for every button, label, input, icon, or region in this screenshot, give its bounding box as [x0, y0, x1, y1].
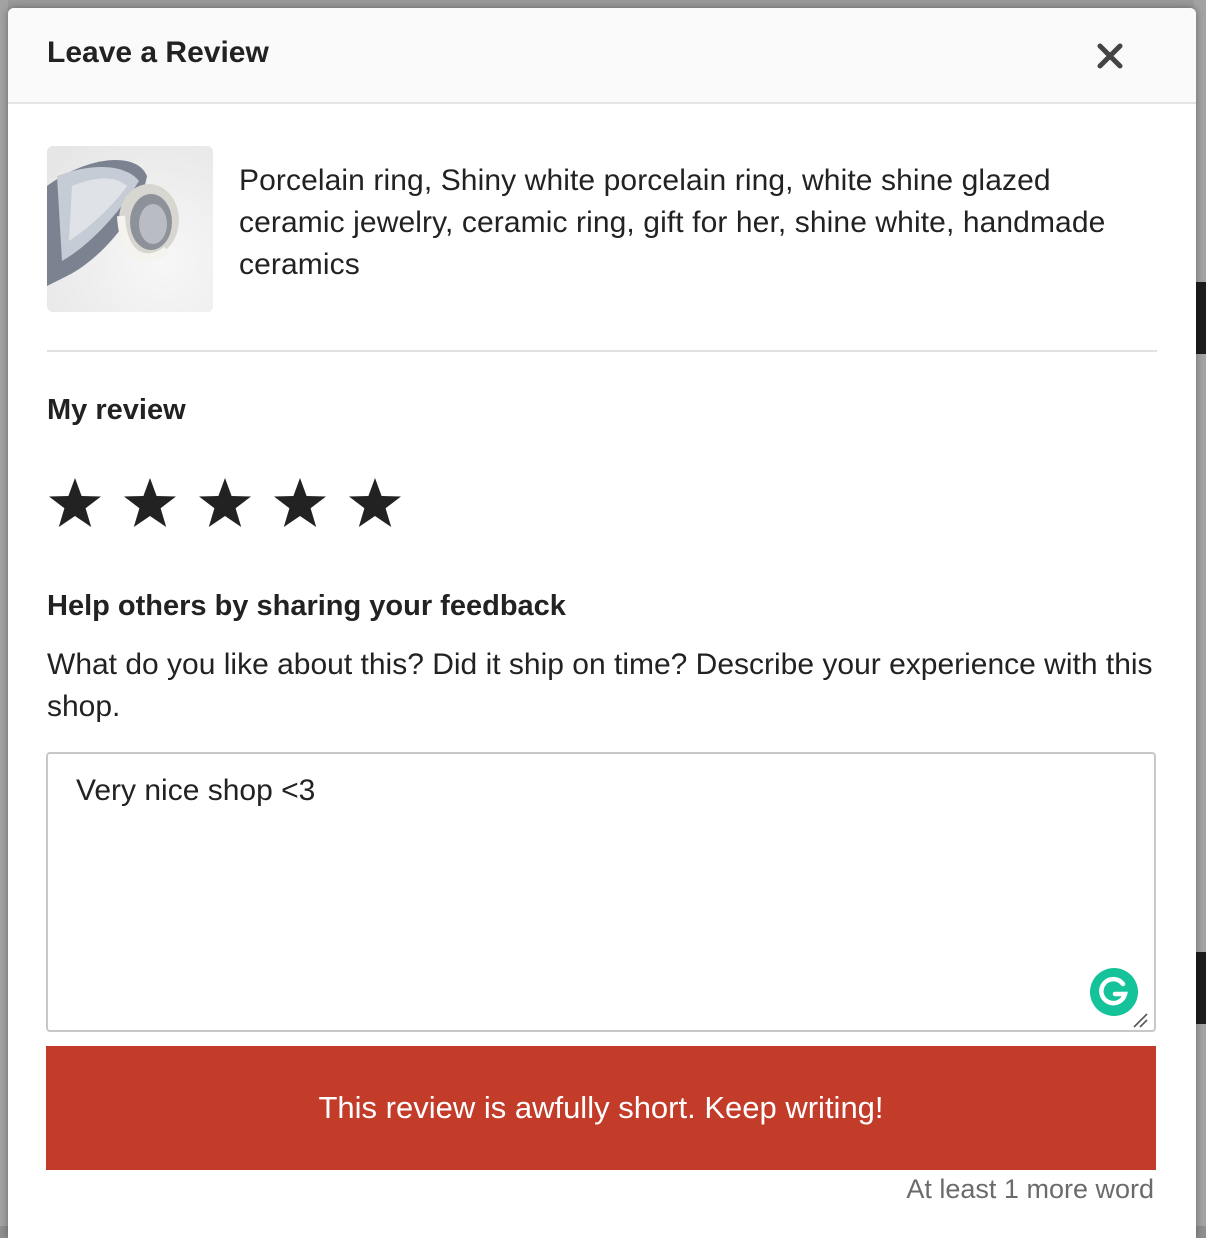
modal-header: Leave a Review [8, 8, 1196, 104]
star-icon[interactable] [347, 476, 403, 532]
my-review-label: My review [47, 394, 186, 426]
star-icon[interactable] [272, 476, 328, 532]
star-icon[interactable] [47, 476, 103, 532]
modal-title: Leave a Review [47, 36, 269, 69]
feedback-heading: Help others by sharing your feedback [47, 590, 566, 622]
close-button[interactable] [1092, 38, 1128, 74]
star-rating [47, 476, 403, 532]
listing-thumbnail [47, 146, 213, 312]
validation-error-text: This review is awfully short. Keep writi… [318, 1090, 884, 1125]
review-textarea[interactable]: Very nice shop <3 [46, 752, 1156, 1032]
word-count-hint: At least 1 more word [906, 1174, 1154, 1204]
review-text-value: Very nice shop <3 [76, 774, 316, 807]
review-modal: Leave a Review Porcelain ring, Shiny whi… [8, 8, 1196, 1238]
close-icon [1097, 43, 1123, 69]
star-icon[interactable] [197, 476, 253, 532]
background-strip-left [0, 0, 8, 1226]
resize-handle-icon[interactable] [1132, 1012, 1148, 1028]
validation-error-banner: This review is awfully short. Keep writi… [46, 1046, 1156, 1170]
feedback-prompt: What do you like about this? Did it ship… [47, 648, 1153, 723]
star-icon[interactable] [122, 476, 178, 532]
listing-title[interactable]: Porcelain ring, Shiny white porcelain ri… [239, 160, 1149, 286]
listing-summary: Porcelain ring, Shiny white porcelain ri… [47, 104, 1157, 352]
grammarly-icon[interactable] [1090, 968, 1138, 1016]
